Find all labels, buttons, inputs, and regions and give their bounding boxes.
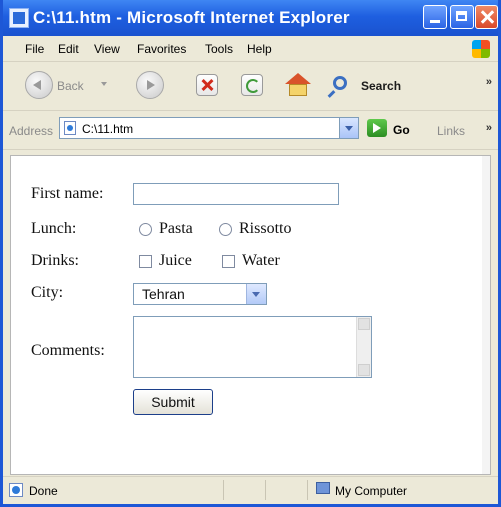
city-dropdown-icon[interactable]: [246, 284, 266, 304]
page-icon: [64, 121, 76, 135]
browser-window: C:\11.htm - Microsoft Internet Explorer …: [0, 0, 501, 507]
first-name-input[interactable]: [133, 183, 339, 205]
security-zone-label: My Computer: [335, 484, 408, 498]
address-label: Address: [9, 124, 54, 138]
links-more-chevron-icon[interactable]: »: [486, 122, 492, 134]
comments-textarea[interactable]: [133, 316, 372, 378]
page-content: First name: Lunch: Pasta Rissotto Drinks…: [10, 155, 491, 475]
refresh-icon[interactable]: [241, 74, 263, 96]
menu-file[interactable]: File: [25, 42, 44, 56]
menu-help[interactable]: Help: [247, 42, 272, 56]
drinks-option-juice[interactable]: Juice: [159, 252, 192, 270]
comments-label: Comments:: [31, 342, 105, 359]
address-bar: Address C:\11.htm Go Links »: [3, 111, 498, 150]
search-icon[interactable]: [333, 76, 347, 90]
status-bar: Done My Computer: [3, 476, 498, 505]
submit-button[interactable]: Submit: [133, 389, 213, 415]
ie-app-icon[interactable]: [9, 8, 29, 28]
back-arrow-icon[interactable]: [25, 71, 53, 99]
toolbar-more-chevron-icon[interactable]: »: [486, 76, 492, 88]
comments-scrollbar[interactable]: [356, 317, 371, 377]
drinks-option-water[interactable]: Water: [242, 252, 280, 270]
menu-bar: File Edit View Favorites Tools Help: [3, 37, 498, 62]
address-dropdown-icon[interactable]: [339, 118, 358, 138]
back-dropdown-icon[interactable]: [101, 82, 107, 86]
first-name-label: First name:: [31, 185, 104, 202]
drinks-label: Drinks:: [31, 252, 79, 269]
city-select[interactable]: Tehran: [133, 283, 267, 305]
go-button-label[interactable]: Go: [393, 123, 410, 137]
my-computer-icon: [316, 482, 330, 494]
links-label[interactable]: Links: [437, 124, 465, 138]
status-divider: [307, 480, 308, 500]
drinks-checkbox-juice[interactable]: [139, 255, 152, 268]
title-bar[interactable]: C:\11.htm - Microsoft Internet Explorer: [3, 0, 498, 36]
lunch-label: Lunch:: [31, 220, 77, 237]
maximize-button[interactable]: [450, 5, 474, 29]
forward-arrow-icon[interactable]: [136, 71, 164, 99]
scroll-down-icon[interactable]: [358, 364, 370, 376]
menu-edit[interactable]: Edit: [58, 42, 79, 56]
page-done-icon: [9, 483, 23, 497]
lunch-radio-rissotto[interactable]: [219, 223, 232, 236]
address-url[interactable]: C:\11.htm: [82, 122, 133, 136]
address-input[interactable]: C:\11.htm: [59, 117, 359, 139]
lunch-option-pasta[interactable]: Pasta: [159, 220, 193, 238]
search-button-label[interactable]: Search: [361, 79, 401, 93]
standard-toolbar: Back Search »: [3, 62, 498, 111]
page-scrollbar[interactable]: [482, 156, 490, 474]
menu-tools[interactable]: Tools: [205, 42, 233, 56]
lunch-option-rissotto[interactable]: Rissotto: [239, 220, 291, 238]
go-arrow-icon[interactable]: [367, 119, 387, 137]
stop-icon[interactable]: [196, 74, 218, 96]
status-text: Done: [29, 484, 58, 498]
scroll-up-icon[interactable]: [358, 318, 370, 330]
city-label: City:: [31, 284, 64, 301]
drinks-checkbox-water[interactable]: [222, 255, 235, 268]
minimize-button[interactable]: [423, 5, 447, 29]
menu-view[interactable]: View: [94, 42, 120, 56]
lunch-radio-pasta[interactable]: [139, 223, 152, 236]
close-button[interactable]: [475, 5, 498, 29]
window-title: C:\11.htm - Microsoft Internet Explorer: [33, 8, 350, 27]
menu-favorites[interactable]: Favorites: [137, 42, 186, 56]
status-divider: [223, 480, 224, 500]
status-divider: [265, 480, 266, 500]
back-button-label[interactable]: Back: [57, 79, 84, 93]
city-select-value[interactable]: Tehran: [142, 286, 185, 302]
windows-logo-icon: [472, 40, 490, 58]
home-icon[interactable]: [285, 73, 311, 97]
